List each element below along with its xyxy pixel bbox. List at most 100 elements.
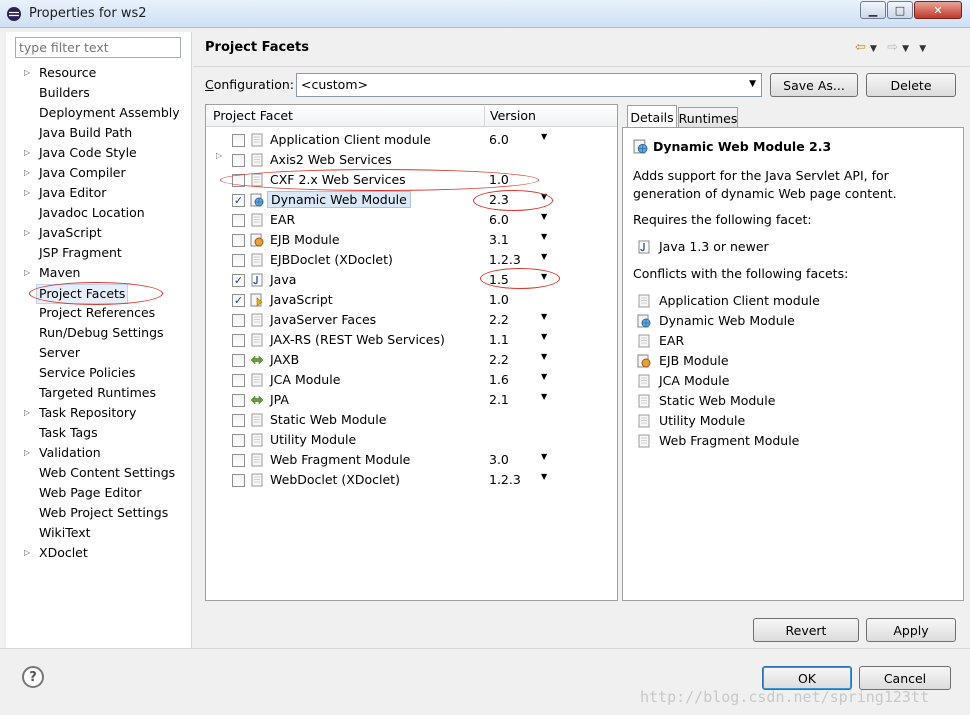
chevron-down-icon[interactable]: ▼ — [541, 232, 547, 241]
facet-version[interactable]: 1.1 — [489, 332, 509, 347]
facet-checkbox[interactable] — [232, 474, 245, 487]
facet-checkbox[interactable]: ✓ — [232, 294, 245, 307]
nav-item[interactable]: JavaScript — [39, 224, 102, 242]
facet-version[interactable]: 2.3 — [489, 192, 509, 207]
chevron-down-icon[interactable]: ▼ — [541, 392, 547, 401]
tab-details[interactable]: Details — [627, 105, 677, 128]
nav-item[interactable]: Task Tags — [39, 424, 98, 442]
apply-button[interactable]: Apply — [866, 618, 956, 642]
facet-checkbox[interactable] — [232, 154, 245, 167]
revert-button[interactable]: Revert — [753, 618, 859, 642]
maximize-button[interactable]: □ — [887, 1, 913, 19]
facet-row[interactable]: Utility Module — [206, 430, 617, 450]
delete-button[interactable]: Delete — [866, 73, 956, 97]
nav-item[interactable]: Maven — [39, 264, 80, 282]
facet-row[interactable]: ▷ Axis2 Web Services — [206, 150, 617, 170]
facet-version[interactable]: 3.1 — [489, 232, 509, 247]
nav-item[interactable]: Java Compiler — [39, 164, 126, 182]
facet-checkbox[interactable] — [232, 174, 245, 187]
facet-version[interactable]: 1.6 — [489, 372, 509, 387]
nav-item[interactable]: Web Content Settings — [39, 464, 175, 482]
facet-row[interactable]: Web Fragment Module 3.0 ▼ — [206, 450, 617, 470]
nav-item[interactable]: Project References — [39, 304, 155, 322]
facet-checkbox[interactable] — [232, 374, 245, 387]
facet-checkbox[interactable] — [232, 394, 245, 407]
nav-item[interactable]: Project Facets — [36, 284, 129, 304]
facet-row[interactable]: JAX-RS (REST Web Services) 1.1 ▼ — [206, 330, 617, 350]
nav-item[interactable]: Run/Debug Settings — [39, 324, 164, 342]
nav-item[interactable]: Java Code Style — [39, 144, 137, 162]
chevron-down-icon[interactable]: ▼ — [541, 312, 547, 321]
ok-button[interactable]: OK — [762, 666, 852, 690]
facet-row[interactable]: JCA Module 1.6 ▼ — [206, 370, 617, 390]
nav-item[interactable]: XDoclet — [39, 544, 88, 562]
nav-item[interactable]: Java Editor — [39, 184, 106, 202]
chevron-down-icon[interactable]: ▼ — [541, 252, 547, 261]
facet-row[interactable]: ✓ JavaScript 1.0 — [206, 290, 617, 310]
facet-row[interactable]: EJB Module 3.1 ▼ — [206, 230, 617, 250]
expand-arrow-icon[interactable]: ▷ — [24, 64, 32, 82]
chevron-down-icon[interactable]: ▼ — [541, 132, 547, 141]
expand-arrow-icon[interactable]: ▷ — [24, 404, 32, 422]
nav-item[interactable]: Resource — [39, 64, 96, 82]
facet-row[interactable]: EJBDoclet (XDoclet) 1.2.3 ▼ — [206, 250, 617, 270]
help-icon[interactable]: ? — [22, 666, 44, 688]
view-menu-icon[interactable]: ▼ — [919, 44, 926, 54]
facet-row[interactable]: Application Client module 6.0 ▼ — [206, 130, 617, 150]
facet-version[interactable]: 2.2 — [489, 352, 509, 367]
facet-checkbox[interactable] — [232, 314, 245, 327]
facet-checkbox[interactable]: ✓ — [232, 194, 245, 207]
chevron-down-icon[interactable]: ▼ — [541, 452, 547, 461]
facet-version[interactable]: 1.5 — [489, 272, 509, 287]
facet-checkbox[interactable] — [232, 354, 245, 367]
facet-version[interactable]: 1.2.3 — [489, 252, 521, 267]
facet-checkbox[interactable] — [232, 134, 245, 147]
facet-checkbox[interactable] — [232, 214, 245, 227]
facet-version[interactable]: 2.1 — [489, 392, 509, 407]
nav-item[interactable]: Service Policies — [39, 364, 135, 382]
nav-item[interactable]: Deployment Assembly — [39, 104, 180, 122]
nav-item[interactable]: Builders — [39, 84, 90, 102]
chevron-down-icon[interactable]: ▼ — [541, 212, 547, 221]
expand-arrow-icon[interactable]: ▷ — [24, 264, 32, 282]
facet-row[interactable]: ✓ Java 1.5 ▼ — [206, 270, 617, 290]
facet-row[interactable]: Static Web Module — [206, 410, 617, 430]
nav-item[interactable]: Javadoc Location — [39, 204, 145, 222]
facet-row[interactable]: JAXB 2.2 ▼ — [206, 350, 617, 370]
column-header-facet[interactable]: Project Facet — [213, 108, 293, 123]
nav-item[interactable]: Task Repository — [39, 404, 136, 422]
facet-checkbox[interactable]: ✓ — [232, 274, 245, 287]
forward-arrow-icon[interactable]: ⇨ — [887, 40, 898, 55]
nav-item[interactable]: Server — [39, 344, 80, 362]
expand-arrow-icon[interactable]: ▷ — [24, 164, 32, 182]
facet-version[interactable]: 6.0 — [489, 132, 509, 147]
configuration-select[interactable]: <custom> ▼ — [296, 73, 762, 97]
facet-row[interactable]: JPA 2.1 ▼ — [206, 390, 617, 410]
chevron-down-icon[interactable]: ▼ — [541, 352, 547, 361]
facet-checkbox[interactable] — [232, 454, 245, 467]
close-button[interactable]: ✕ — [914, 1, 962, 19]
expand-arrow-icon[interactable]: ▷ — [24, 224, 32, 242]
forward-menu-chevron-icon[interactable]: ▼ — [902, 44, 909, 54]
nav-item[interactable]: Targeted Runtimes — [39, 384, 156, 402]
expand-arrow-icon[interactable]: ▷ — [216, 151, 222, 160]
nav-item[interactable]: Web Page Editor — [39, 484, 141, 502]
facet-version[interactable]: 3.0 — [489, 452, 509, 467]
expand-arrow-icon[interactable]: ▷ — [24, 544, 32, 562]
tab-runtimes[interactable]: Runtimes — [678, 107, 738, 129]
nav-item[interactable]: Web Project Settings — [39, 504, 168, 522]
facet-row[interactable]: JavaServer Faces 2.2 ▼ — [206, 310, 617, 330]
chevron-down-icon[interactable]: ▼ — [541, 332, 547, 341]
chevron-down-icon[interactable]: ▼ — [541, 272, 547, 281]
chevron-down-icon[interactable]: ▼ — [541, 472, 547, 481]
facet-version[interactable]: 1.2.3 — [489, 472, 521, 487]
nav-item[interactable]: WikiText — [39, 524, 91, 542]
save-as-button[interactable]: Save As... — [770, 73, 858, 97]
filter-input[interactable] — [15, 37, 181, 58]
column-header-version[interactable]: Version — [490, 108, 536, 123]
facet-checkbox[interactable] — [232, 234, 245, 247]
back-arrow-icon[interactable]: ⇦ — [855, 40, 866, 55]
facet-row[interactable]: ✓ Dynamic Web Module 2.3 ▼ — [206, 190, 617, 210]
facet-row[interactable]: WebDoclet (XDoclet) 1.2.3 ▼ — [206, 470, 617, 490]
nav-item[interactable]: JSP Fragment — [39, 244, 122, 262]
